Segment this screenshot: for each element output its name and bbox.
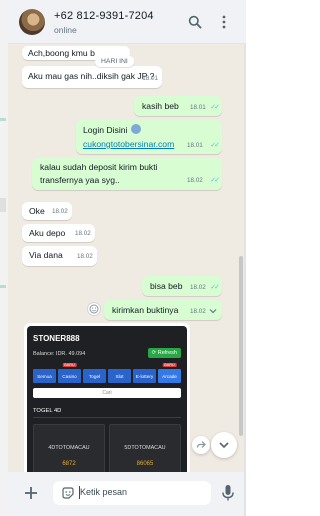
message-text: bisa beb (150, 281, 183, 291)
message-list[interactable]: Ach,boong kmu b HARI INI Aku mau gas nih… (8, 44, 246, 472)
message-time: 18.02 (52, 208, 68, 215)
screenshot-section-title: TOGEL 4D (33, 408, 62, 414)
message-text: Via dana (29, 250, 63, 260)
screenshot-tab: BARU Casino (58, 363, 81, 383)
search-icon[interactable] (186, 13, 204, 31)
screenshot-balance: Balance: IDR. 49.094 (33, 351, 86, 357)
screenshot-username: STONER888 (33, 334, 80, 343)
kebab-menu-icon[interactable] (215, 13, 233, 31)
background-window-edge (0, 0, 8, 516)
emoji-reaction-icon[interactable] (87, 302, 101, 316)
forward-icon[interactable] (192, 436, 210, 454)
attach-plus-icon[interactable] (22, 484, 40, 502)
screenshot-tab: BARU Arcade (158, 363, 181, 383)
message-text: Ach,boong kmu b (28, 48, 95, 58)
read-ticks-icon: ✓✓ (210, 284, 220, 291)
message-text: kirimkan buktinya (112, 305, 179, 315)
contact-avatar[interactable] (19, 9, 45, 35)
incoming-message[interactable]: Aku mau gas nih..diksih gak JP ? 18.01 (22, 66, 162, 88)
sticker-emoji-icon[interactable] (61, 486, 75, 500)
microphone-icon[interactable] (219, 483, 237, 503)
message-time: 18.01 (190, 104, 206, 111)
screenshot-search-bar: Cari (33, 388, 181, 398)
screenshot-game-card: 5DTOTOMACAU 86065 (109, 424, 181, 472)
outgoing-message[interactable]: kasih beb 18.01 ✓✓ (134, 96, 222, 116)
screenshot-tab: Slot (108, 369, 131, 383)
message-time: 18.01 (187, 142, 203, 149)
incoming-message[interactable]: Via dana 18.02 (22, 246, 97, 266)
read-ticks-icon: ✓✓ (210, 177, 220, 184)
incoming-message[interactable]: Aku depo 18.02 (22, 224, 95, 242)
message-text: Aku depo (29, 228, 66, 238)
whatsapp-chat-window: +62 812-9391-7204 online Ach,boong kmu b… (8, 0, 246, 516)
date-separator: HARI INI (95, 56, 134, 67)
chevron-down-icon (219, 442, 229, 449)
message-time: 18.02 (190, 308, 206, 315)
screenshot-tab: Semua (33, 369, 56, 383)
incoming-message[interactable]: Oke 18.02 (22, 202, 72, 220)
message-time: 18.02 (75, 230, 91, 237)
message-composer: Ketik pesan (8, 472, 246, 516)
screenshot-game-card: 4DTOTOMACAU 6872 (33, 424, 105, 472)
message-text: kasih beb (142, 101, 179, 111)
screenshot-tab: E-lottery (133, 369, 156, 383)
screenshot-tab: Togel (83, 369, 106, 383)
read-ticks-icon: ✓✓ (210, 142, 220, 149)
message-text: Aku mau gas nih..diksih gak JP ? (28, 71, 155, 81)
message-text: Login Disini (83, 125, 128, 135)
outgoing-message[interactable]: Login Disini cukongtotobersinar.com 18.0… (76, 120, 222, 154)
message-time: 18.02 (77, 253, 93, 260)
shared-screenshot[interactable]: STONER888 Balance: IDR. 49.094 ⟳ Refresh… (27, 326, 187, 472)
message-time: 18.02 (187, 177, 203, 184)
message-link[interactable]: cukongtotobersinar.com (83, 138, 174, 150)
chat-header[interactable]: +62 812-9391-7204 online (8, 0, 246, 44)
message-text: transfernya yaa syg.. (40, 175, 120, 185)
screenshot-tab-bar: Semua BARU Casino Togel Slot E-lottery BA… (33, 363, 181, 383)
message-input-placeholder: Ketik pesan (80, 487, 128, 497)
globe-emoji-icon (130, 124, 141, 134)
outgoing-message[interactable]: kalau sudah deposit kirim bukti transfer… (32, 158, 222, 190)
chevron-down-icon[interactable] (209, 306, 217, 314)
scroll-to-bottom-button[interactable] (211, 432, 237, 458)
screenshot-refresh-button: ⟳ Refresh (147, 348, 181, 358)
message-input[interactable]: Ketik pesan (53, 481, 211, 505)
message-time: 18.02 (190, 284, 206, 291)
outgoing-message[interactable]: bisa beb 18.02 ✓✓ (142, 276, 222, 296)
outgoing-message[interactable]: kirimkan buktinya 18.02 (104, 300, 222, 320)
read-ticks-icon: ✓✓ (210, 104, 220, 111)
chat-scrollbar[interactable] (239, 256, 243, 436)
contact-status: online (54, 25, 77, 35)
message-time: 18.01 (142, 75, 158, 82)
message-text: Oke (29, 206, 45, 216)
contact-name[interactable]: +62 812-9391-7204 (54, 10, 154, 22)
incoming-image-message[interactable]: STONER888 Balance: IDR. 49.094 ⟳ Refresh… (24, 323, 190, 472)
message-text: kalau sudah deposit kirim bukti (40, 162, 158, 172)
